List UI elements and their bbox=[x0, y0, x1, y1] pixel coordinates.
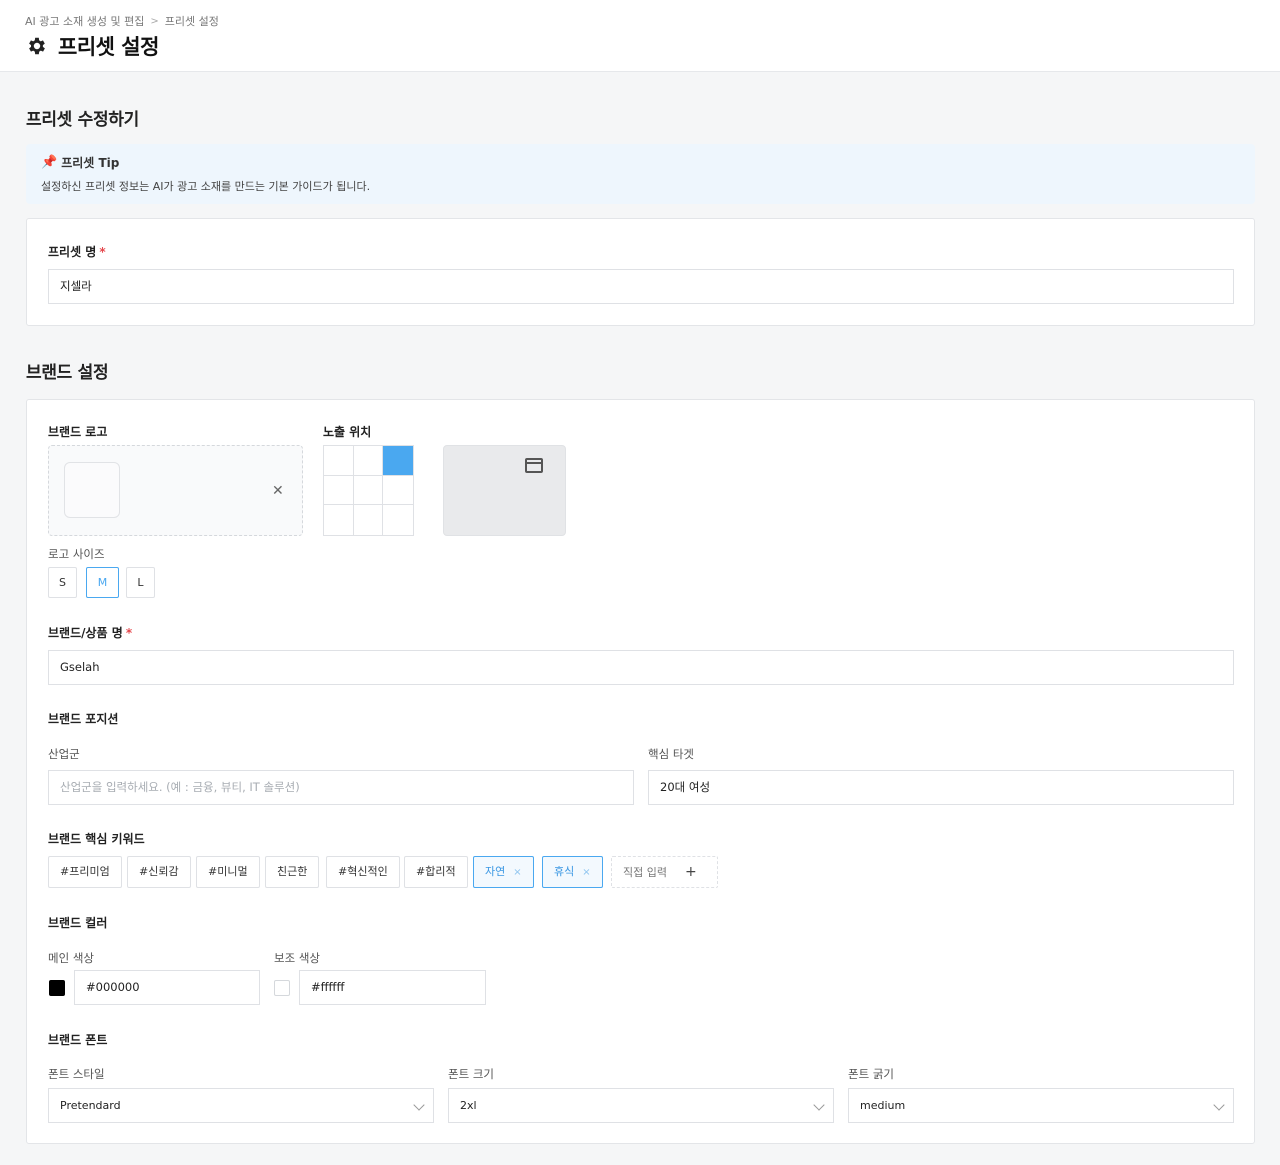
font-size-select[interactable]: 2xl bbox=[448, 1088, 834, 1123]
keyword-chip-selected[interactable]: 자연 × bbox=[473, 856, 534, 888]
fonts-label: 브랜드 폰트 bbox=[48, 1033, 108, 1047]
brand-name-input[interactable]: Gselah bbox=[48, 650, 1234, 685]
brand-settings-card: 브랜드 로고 ✕ 노출 위치 로고 사이즈 S M L 브랜드/상품 명 * Gs… bbox=[26, 399, 1255, 1144]
gear-icon bbox=[29, 37, 45, 55]
target-label: 핵심 타겟 bbox=[648, 747, 694, 761]
tip-title-wrap: 📌 프리셋 Tip bbox=[41, 154, 119, 171]
font-style-label: 폰트 스타일 bbox=[48, 1067, 105, 1081]
position-cell-1[interactable] bbox=[324, 446, 354, 476]
brand-section-title: 브랜드 설정 bbox=[26, 363, 109, 383]
position-grid bbox=[323, 445, 414, 536]
chevron-down-icon bbox=[1213, 1099, 1225, 1111]
keyword-custom-placeholder: 직접 입력 bbox=[623, 866, 667, 879]
keyword-chip[interactable]: #신뢰감 bbox=[127, 856, 191, 888]
font-size-label: 폰트 크기 bbox=[448, 1067, 494, 1081]
logo-size-s-button[interactable]: S bbox=[48, 567, 77, 598]
logo-size-label: 로고 사이즈 bbox=[48, 547, 105, 561]
position-cell-7[interactable] bbox=[324, 505, 354, 535]
keyword-chip-selected[interactable]: 휴식 × bbox=[542, 856, 603, 888]
tip-title: 프리셋 Tip bbox=[61, 156, 120, 170]
main-color-label: 메인 색상 bbox=[48, 951, 94, 965]
required-mark: * bbox=[125, 626, 133, 640]
brand-name-label: 브랜드/상품 명 * bbox=[48, 624, 132, 641]
keyword-chip[interactable]: #프리미엄 bbox=[48, 856, 122, 888]
position-cell-9[interactable] bbox=[383, 505, 413, 535]
keyword-chip[interactable]: #미니멀 bbox=[196, 856, 260, 888]
colors-label: 브랜드 컬러 bbox=[48, 916, 108, 930]
position-cell-4[interactable] bbox=[324, 475, 354, 506]
tip-description: 설정하신 프리셋 정보는 AI가 광고 소재를 만드는 기본 가이드가 됩니다. bbox=[41, 180, 371, 193]
keyword-chip-label: 자연 bbox=[485, 865, 506, 878]
keyword-chip[interactable]: 친근한 bbox=[265, 856, 320, 888]
industry-label: 산업군 bbox=[48, 747, 80, 761]
preset-tip-box: 📌 프리셋 Tip 설정하신 프리셋 정보는 AI가 광고 소재를 만드는 기본… bbox=[26, 144, 1255, 204]
sub-color-swatch[interactable] bbox=[274, 980, 290, 996]
keyword-chip[interactable]: #합리적 bbox=[404, 856, 468, 888]
position-cell-6[interactable] bbox=[383, 476, 413, 506]
page-title: 프리셋 설정 bbox=[58, 35, 159, 59]
window-icon bbox=[525, 458, 543, 473]
font-weight-select[interactable]: medium bbox=[848, 1088, 1234, 1123]
font-weight-label: 폰트 굵기 bbox=[848, 1067, 894, 1081]
position-cell-8[interactable] bbox=[354, 505, 384, 535]
position-label: 노출 위치 bbox=[323, 425, 372, 439]
logo-thumbnail bbox=[64, 462, 120, 518]
logo-size-m-button[interactable]: M bbox=[86, 567, 119, 598]
chevron-down-icon bbox=[813, 1099, 825, 1111]
close-icon[interactable]: × bbox=[582, 867, 590, 878]
position-cell-5[interactable] bbox=[353, 475, 384, 506]
pushpin-icon: 📌 bbox=[41, 155, 58, 170]
logo-size-l-button[interactable]: L bbox=[126, 567, 155, 598]
position-cell-2[interactable] bbox=[353, 446, 384, 476]
position-preview bbox=[443, 445, 566, 536]
keywords-label: 브랜드 핵심 키워드 bbox=[48, 832, 145, 846]
plus-icon[interactable]: + bbox=[685, 864, 697, 880]
font-style-value: Pretendard bbox=[60, 1099, 121, 1112]
brand-logo-label: 브랜드 로고 bbox=[48, 425, 108, 439]
font-style-select[interactable]: Pretendard bbox=[48, 1088, 434, 1123]
breadcrumb-item-ai-ads[interactable]: AI 광고 소재 생성 및 편집 bbox=[25, 13, 144, 29]
page-header: AI 광고 소재 생성 및 편집 > 프리셋 설정 프리셋 설정 bbox=[0, 0, 1280, 72]
chevron-down-icon bbox=[413, 1099, 425, 1111]
preset-name-label-text: 프리셋 명 bbox=[48, 245, 97, 259]
sub-color-label: 보조 색상 bbox=[274, 951, 320, 965]
keyword-chip[interactable]: #혁신적인 bbox=[326, 856, 400, 888]
close-icon[interactable]: ✕ bbox=[272, 483, 284, 499]
breadcrumb-separator: > bbox=[150, 15, 159, 27]
page-title-wrap: 프리셋 설정 bbox=[26, 31, 159, 61]
preset-section-title: 프리셋 수정하기 bbox=[26, 110, 139, 130]
logo-upload-area[interactable]: ✕ bbox=[48, 445, 303, 536]
preset-name-input[interactable]: 지셀라 bbox=[48, 269, 1234, 304]
position-cell-3[interactable] bbox=[383, 446, 413, 476]
breadcrumb: AI 광고 소재 생성 및 편집 > 프리셋 설정 bbox=[25, 13, 219, 29]
keyword-chip-label: 휴식 bbox=[554, 865, 575, 878]
close-icon[interactable]: × bbox=[513, 867, 521, 878]
positioning-label: 브랜드 포지션 bbox=[48, 712, 119, 726]
preset-name-card: 프리셋 명 * 지셀라 bbox=[26, 218, 1255, 326]
main-color-swatch[interactable] bbox=[49, 980, 65, 996]
font-weight-value: medium bbox=[860, 1099, 906, 1112]
brand-name-label-text: 브랜드/상품 명 bbox=[48, 626, 123, 640]
required-mark: * bbox=[99, 245, 106, 259]
sub-color-input[interactable]: #ffffff bbox=[299, 970, 486, 1005]
preset-name-label: 프리셋 명 * bbox=[48, 243, 106, 260]
breadcrumb-item-preset[interactable]: 프리셋 설정 bbox=[165, 13, 219, 29]
industry-input[interactable]: 산업군을 입력하세요. (예 : 금융, 뷰티, IT 솔루션) bbox=[48, 770, 634, 805]
main-color-input[interactable]: #000000 bbox=[74, 970, 260, 1005]
font-size-value: 2xl bbox=[460, 1099, 477, 1112]
keyword-custom-input[interactable]: 직접 입력 + bbox=[611, 856, 718, 888]
target-input[interactable]: 20대 여성 bbox=[648, 770, 1234, 805]
